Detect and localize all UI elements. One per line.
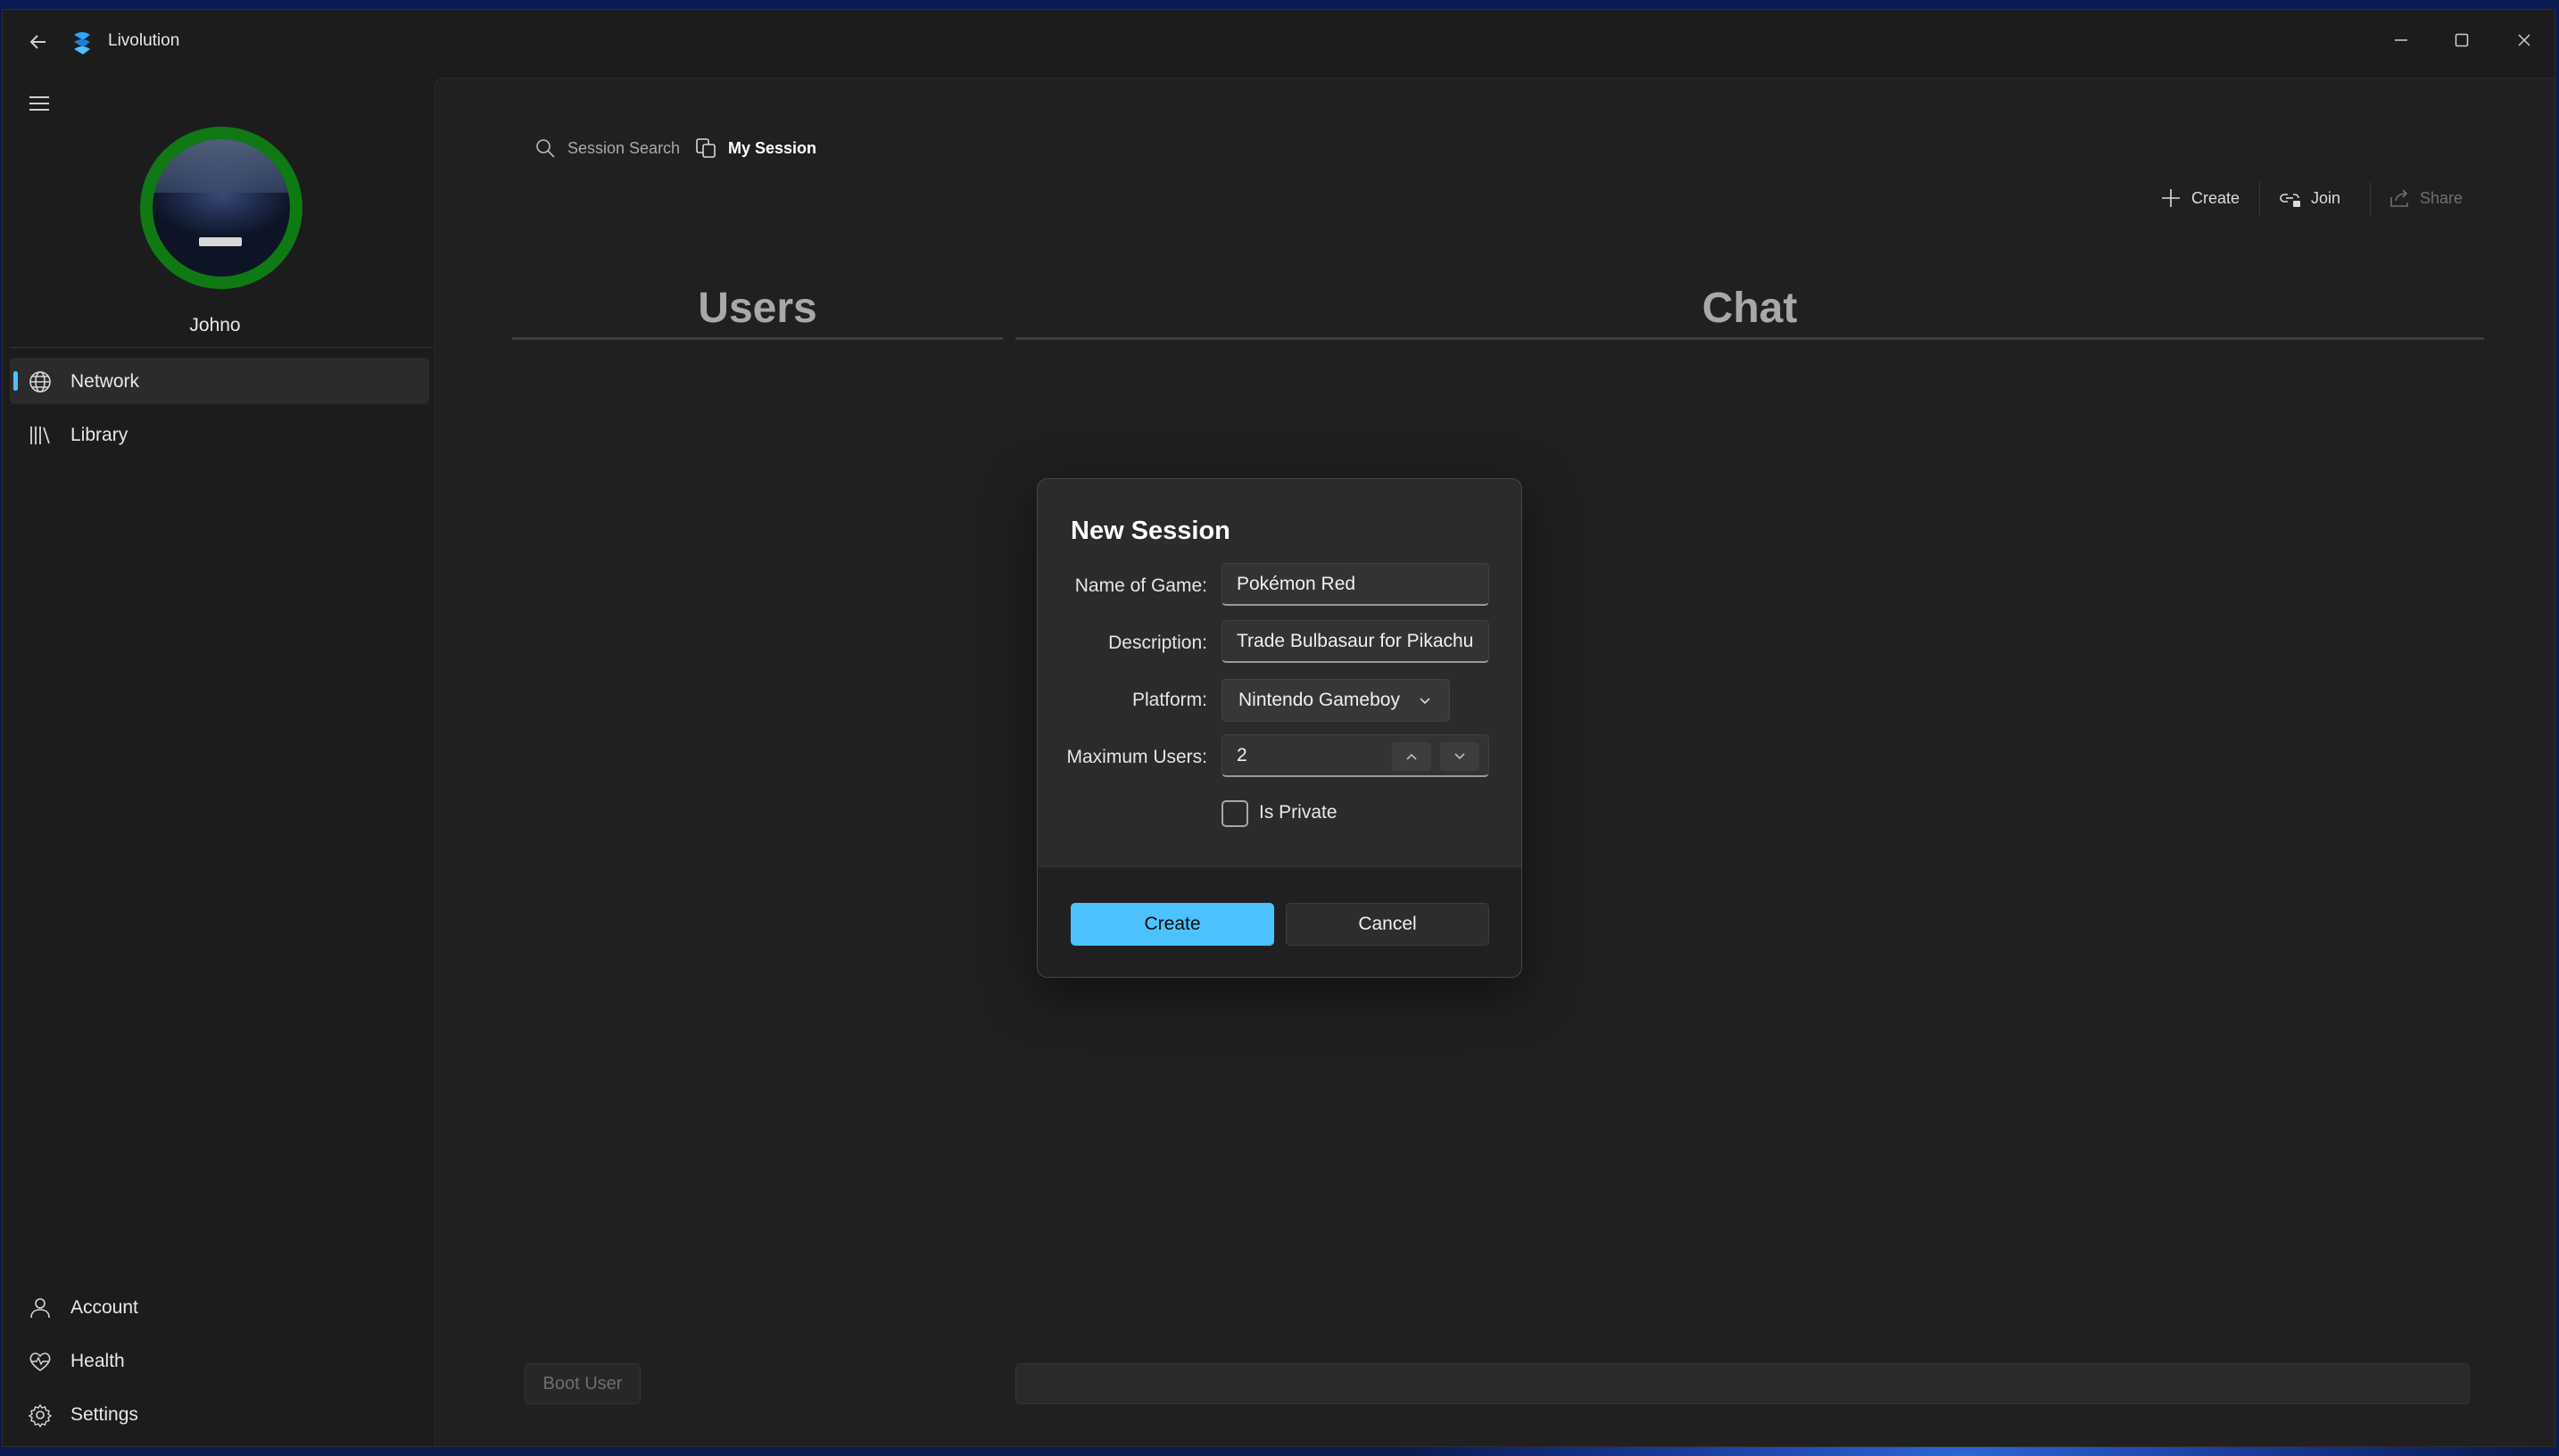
maximize-icon[interactable] xyxy=(2435,22,2489,58)
command-label: Create xyxy=(2191,188,2240,207)
nav-item-label: Health xyxy=(70,1351,125,1371)
maximum-users-label: Maximum Users: xyxy=(1066,747,1207,767)
nav-item-label: Settings xyxy=(70,1404,138,1425)
increment-button[interactable] xyxy=(1392,742,1431,771)
username: Johno xyxy=(189,315,241,335)
nav-item-health[interactable]: Health xyxy=(10,1337,429,1384)
chevron-up-icon xyxy=(1406,753,1417,760)
chat-underline xyxy=(1015,337,2484,340)
person-icon xyxy=(28,1295,53,1320)
command-label: Join xyxy=(2311,188,2341,207)
command-label: Share xyxy=(2420,188,2464,207)
title-bar: Livolution xyxy=(3,10,2555,78)
join-session-button[interactable]: Join xyxy=(2279,180,2340,216)
boot-user-button[interactable]: Boot User xyxy=(525,1363,641,1404)
nav-item-settings[interactable]: Settings xyxy=(10,1391,429,1437)
avatar[interactable] xyxy=(140,127,302,289)
tab-my-session[interactable]: My Session xyxy=(694,134,816,162)
tab-session-search[interactable]: Session Search xyxy=(534,134,680,162)
command-separator xyxy=(2259,182,2260,216)
maximum-users-value: 2 xyxy=(1237,744,1247,765)
platform-selected-value: Nintendo Gameboy xyxy=(1238,690,1400,710)
avatar-image xyxy=(153,139,290,277)
new-session-dialog: New Session Name of Game: Pokémon Red De… xyxy=(1037,478,1522,978)
create-button[interactable]: Create xyxy=(1071,903,1274,946)
link-lock-icon xyxy=(2279,186,2302,210)
app-logo-icon xyxy=(70,29,94,54)
platform-dropdown[interactable]: Nintendo Gameboy xyxy=(1222,679,1450,722)
session-icon xyxy=(694,136,717,160)
back-arrow-icon[interactable] xyxy=(26,29,51,54)
tab-label: Session Search xyxy=(567,138,681,157)
nav-item-library[interactable]: Library xyxy=(10,411,429,458)
users-heading: Users xyxy=(698,285,817,332)
minimize-icon[interactable] xyxy=(2374,22,2428,58)
platform-label: Platform: xyxy=(1131,690,1207,710)
nav-item-account[interactable]: Account xyxy=(10,1284,429,1330)
share-session-button[interactable]: Share xyxy=(2388,180,2463,216)
share-icon xyxy=(2388,186,2411,210)
chat-input[interactable] xyxy=(1015,1363,2470,1404)
create-session-button[interactable]: Create xyxy=(2159,180,2240,216)
heart-pulse-icon xyxy=(28,1349,53,1374)
gear-icon xyxy=(28,1402,53,1427)
chevron-down-icon xyxy=(1417,692,1433,708)
chevron-down-icon xyxy=(1454,753,1465,760)
dialog-footer: Create Cancel xyxy=(1038,866,1521,977)
maximum-users-stepper[interactable]: 2 xyxy=(1222,734,1489,777)
description-label: Description: xyxy=(1108,633,1207,653)
chat-heading: Chat xyxy=(1702,285,1798,332)
plus-icon xyxy=(2159,186,2182,210)
name-of-game-label: Name of Game: xyxy=(1074,575,1207,596)
nav-item-network[interactable]: Network xyxy=(10,358,429,404)
selection-indicator xyxy=(13,371,18,391)
library-icon xyxy=(28,423,53,448)
dialog-title: New Session xyxy=(1071,517,1230,545)
search-icon xyxy=(534,136,557,160)
tab-label: My Session xyxy=(728,138,817,157)
cancel-button[interactable]: Cancel xyxy=(1286,903,1489,946)
is-private-checkbox[interactable] xyxy=(1222,800,1248,827)
description-input[interactable]: Trade Bulbasaur for Pikachu xyxy=(1222,620,1489,663)
decrement-button[interactable] xyxy=(1440,742,1479,771)
command-separator xyxy=(2370,182,2371,216)
name-of-game-input[interactable]: Pokémon Red xyxy=(1222,563,1489,606)
nav-item-label: Account xyxy=(70,1297,138,1318)
hamburger-menu-icon[interactable] xyxy=(28,94,51,113)
globe-icon xyxy=(28,369,53,394)
is-private-label: Is Private xyxy=(1259,802,1337,823)
nav-item-label: Library xyxy=(70,425,128,445)
close-icon[interactable] xyxy=(2497,22,2551,58)
users-underline xyxy=(512,337,1003,340)
nav-item-label: Network xyxy=(70,371,140,392)
nav-divider xyxy=(10,347,433,348)
window-title: Livolution xyxy=(108,31,180,50)
